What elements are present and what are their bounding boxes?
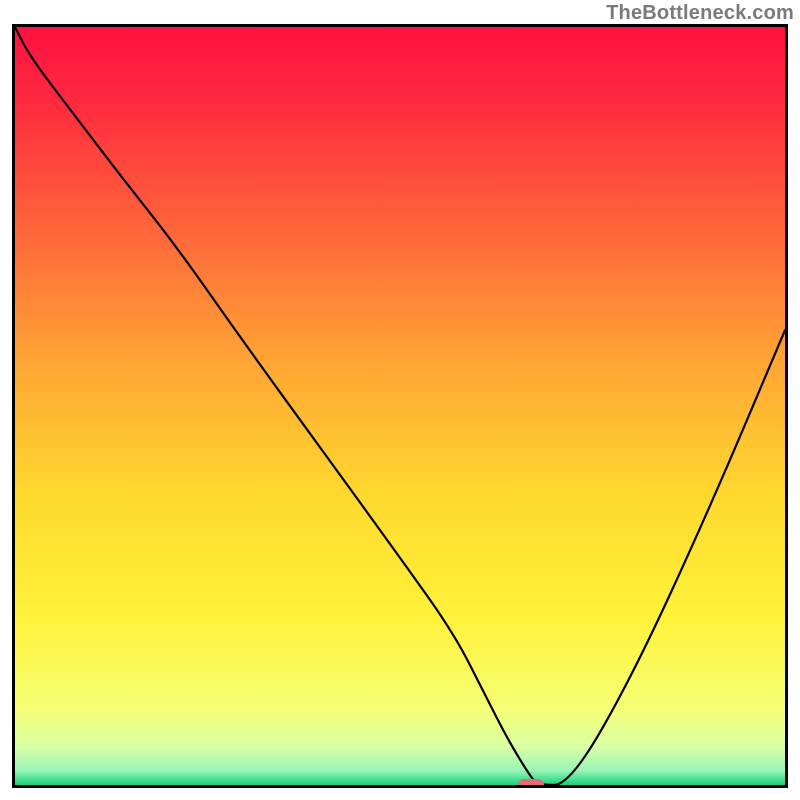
watermark-text: TheBottleneck.com (606, 2, 794, 25)
curve-svg (15, 27, 785, 785)
chart-frame (12, 24, 788, 788)
optimal-point-marker (518, 779, 544, 788)
bottleneck-curve-path (15, 27, 785, 785)
